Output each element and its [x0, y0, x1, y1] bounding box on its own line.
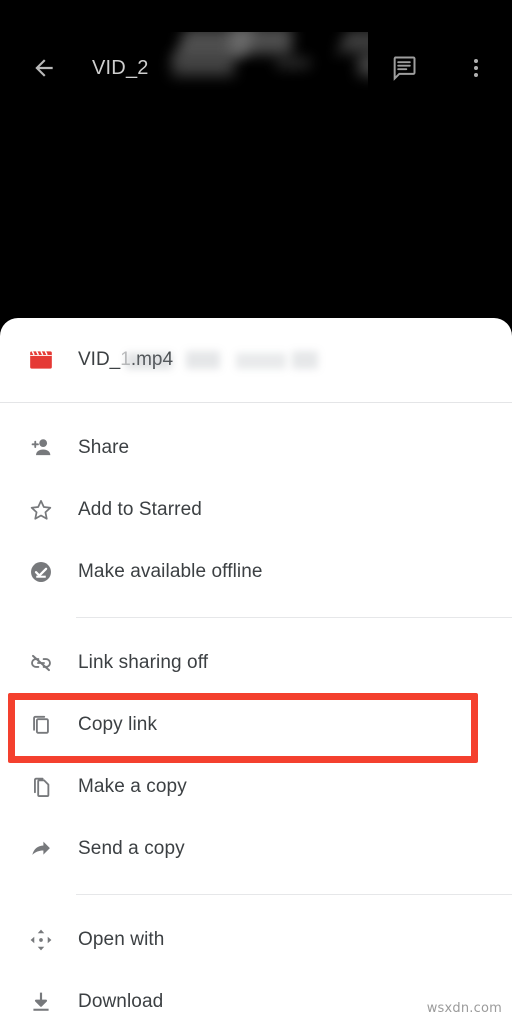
overflow-menu-button[interactable]	[440, 32, 512, 104]
link-off-icon	[28, 650, 54, 676]
app-bar-title-area: VID_2	[80, 32, 368, 104]
menu-item-label: Download	[78, 991, 164, 1012]
more-vertical-icon	[474, 59, 478, 77]
menu-item-download[interactable]: Download	[0, 971, 512, 1024]
menu-item-label: Send a copy	[78, 838, 185, 859]
download-icon	[28, 989, 54, 1015]
bottom-sheet: VID_1.mp4 Share Add to Starred Make avai…	[0, 318, 512, 1024]
menu-item-label: Link sharing off	[78, 652, 209, 673]
file-name-suffix: .mp4	[130, 349, 174, 370]
redaction-smudge	[186, 351, 220, 369]
watermark: wsxdn.com	[426, 1001, 502, 1016]
comment-icon	[393, 56, 416, 81]
copy-icon	[28, 712, 54, 738]
menu-item-open-with[interactable]: Open with	[0, 909, 512, 971]
menu-item-label: Open with	[78, 929, 165, 950]
redaction-smudge	[338, 32, 368, 52]
menu-item-copy-link[interactable]: Copy link	[0, 694, 512, 756]
menu-item-make-available-offline[interactable]: Make available offline	[0, 541, 512, 603]
comment-button[interactable]	[368, 32, 440, 104]
app-bar: VID_2	[0, 0, 512, 136]
redaction-smudge	[236, 353, 286, 369]
file-name-prefix: VID_	[78, 349, 121, 370]
menu-item-link-sharing-off[interactable]: Link sharing off	[0, 632, 512, 694]
menu-item-label: Make available offline	[78, 561, 263, 582]
menu-item-make-a-copy[interactable]: Make a copy	[0, 756, 512, 818]
file-header: VID_1.mp4	[0, 318, 512, 402]
redaction-smudge	[175, 32, 255, 58]
menu-item-label: Share	[78, 437, 130, 458]
file-name-middle: 1	[120, 349, 131, 370]
offline-check-icon	[28, 559, 54, 585]
redaction-smudge	[172, 54, 234, 76]
file-copy-icon	[28, 774, 54, 800]
star-outline-icon	[28, 497, 54, 523]
send-arrow-icon	[28, 836, 54, 862]
arrow-left-icon	[35, 59, 53, 77]
menu-item-share[interactable]: Share	[0, 417, 512, 479]
screen-root: VID_2 VID_1.mp4 Share Add to Starred Mak…	[0, 0, 512, 1024]
redaction-smudge	[292, 351, 318, 369]
menu-item-send-a-copy[interactable]: Send a copy	[0, 818, 512, 880]
redaction-smudge	[358, 54, 368, 76]
movie-clapperboard-icon	[30, 350, 52, 369]
menu-item-label: Copy link	[78, 714, 158, 735]
back-button[interactable]	[8, 32, 80, 104]
open-with-icon	[28, 927, 54, 953]
menu-item-add-to-starred[interactable]: Add to Starred	[0, 479, 512, 541]
file-name: VID_1.mp4	[78, 349, 318, 371]
redaction-smudge	[230, 32, 292, 54]
menu-item-label: Make a copy	[78, 776, 187, 797]
page-title: VID_2	[92, 56, 149, 79]
person-add-icon	[28, 435, 54, 461]
redaction-smudge	[276, 58, 310, 68]
menu-item-label: Add to Starred	[78, 499, 202, 520]
